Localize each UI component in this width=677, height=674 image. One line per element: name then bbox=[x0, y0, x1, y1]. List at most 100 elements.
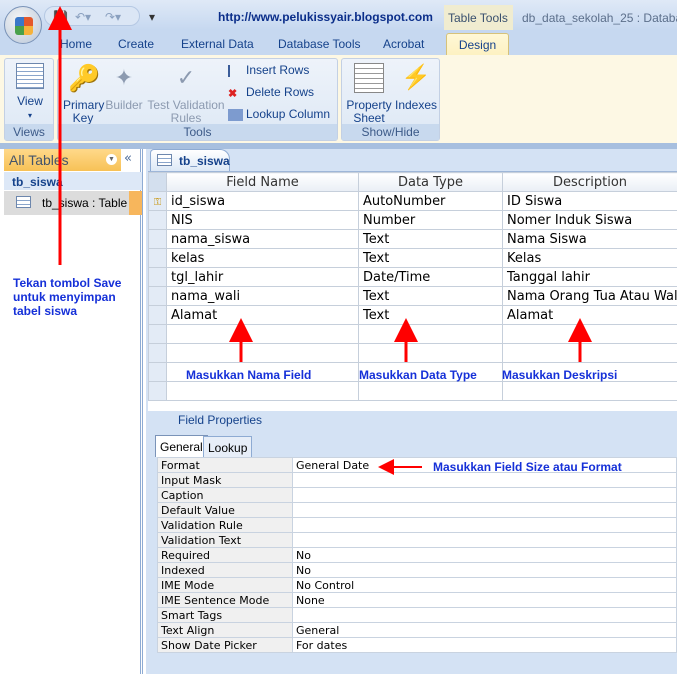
tab-design[interactable]: Design bbox=[446, 33, 509, 56]
customize-qat-icon[interactable]: ▾ bbox=[149, 10, 155, 24]
test-validation-rules-button[interactable]: ✓ Test Validation Rules bbox=[146, 63, 226, 125]
nav-group-tb-siswa[interactable]: tb_siswa bbox=[4, 172, 142, 190]
document-tab-tb-siswa[interactable]: tb_siswa bbox=[150, 149, 230, 171]
data-type-cell[interactable] bbox=[358, 381, 503, 401]
redo-icon[interactable]: ↷▾ bbox=[105, 10, 121, 24]
field-name-cell[interactable] bbox=[166, 324, 359, 344]
row-selector[interactable] bbox=[148, 343, 167, 363]
description-cell[interactable]: Nama Siswa bbox=[502, 229, 677, 249]
table-row: ⚿ id_siswa AutoNumber ID Siswa bbox=[148, 191, 677, 211]
property-value[interactable] bbox=[292, 532, 677, 548]
row-selector[interactable] bbox=[148, 248, 167, 268]
row-selector[interactable] bbox=[148, 381, 167, 401]
office-button[interactable] bbox=[4, 6, 42, 44]
office-logo-icon bbox=[15, 17, 33, 35]
property-value[interactable]: General bbox=[292, 622, 677, 638]
field-name-cell[interactable]: tgl_lahir bbox=[166, 267, 359, 287]
field-name-cell[interactable]: id_siswa bbox=[166, 191, 359, 211]
property-value[interactable]: No bbox=[292, 562, 677, 578]
description-cell[interactable] bbox=[502, 381, 677, 401]
property-value[interactable]: For dates bbox=[292, 637, 677, 653]
primary-key-button[interactable]: 🔑 Primary Key bbox=[63, 63, 104, 125]
property-value[interactable] bbox=[292, 607, 677, 623]
field-name-cell[interactable]: nama_wali bbox=[166, 286, 359, 306]
property-row: Indexed No bbox=[157, 562, 677, 578]
property-row: Show Date Picker For dates bbox=[157, 637, 677, 653]
property-label: IME Mode bbox=[157, 577, 293, 593]
property-sheet-icon bbox=[354, 63, 384, 93]
row-selector[interactable]: ⚿ bbox=[148, 191, 167, 211]
insert-rows-button[interactable]: Insert Rows bbox=[228, 63, 309, 77]
select-all-corner[interactable] bbox=[148, 172, 167, 192]
indexes-lightning-icon: ⚡ bbox=[401, 64, 431, 91]
description-cell[interactable]: Kelas bbox=[502, 248, 677, 268]
tab-database-tools[interactable]: Database Tools bbox=[278, 37, 361, 51]
data-type-cell[interactable]: Number bbox=[358, 210, 503, 230]
description-cell[interactable]: ID Siswa bbox=[502, 191, 677, 211]
data-type-cell[interactable]: Date/Time bbox=[358, 267, 503, 287]
lookup-column-button[interactable]: Lookup Column bbox=[228, 107, 330, 121]
row-selector[interactable] bbox=[148, 229, 167, 249]
collapse-nav-icon[interactable]: « bbox=[124, 151, 132, 166]
field-name-cell[interactable]: nama_siswa bbox=[166, 229, 359, 249]
property-value[interactable]: None bbox=[292, 592, 677, 608]
property-value[interactable] bbox=[292, 487, 677, 503]
property-value[interactable] bbox=[292, 502, 677, 518]
tab-home[interactable]: Home bbox=[60, 37, 92, 51]
description-cell[interactable]: Alamat bbox=[502, 305, 677, 325]
save-annotation: Tekan tombol Save untuk menyimpan tabel … bbox=[13, 276, 122, 318]
field-name-cell[interactable]: kelas bbox=[166, 248, 359, 268]
tab-external-data[interactable]: External Data bbox=[181, 37, 254, 51]
data-type-cell[interactable]: Text bbox=[358, 286, 503, 306]
save-icon[interactable]: 💾 bbox=[53, 10, 68, 24]
table-row: tgl_lahir Date/Time Tanggal lahir bbox=[148, 267, 677, 287]
tab-acrobat[interactable]: Acrobat bbox=[383, 37, 424, 51]
data-type-cell[interactable]: Text bbox=[358, 248, 503, 268]
field-name-cell[interactable]: NIS bbox=[166, 210, 359, 230]
view-button[interactable]: View ▾ bbox=[11, 63, 49, 122]
property-sheet-button[interactable]: Property Sheet bbox=[346, 63, 392, 125]
data-type-cell[interactable] bbox=[358, 324, 503, 344]
chevron-down-icon[interactable]: ▼ bbox=[106, 154, 117, 165]
tools-group-label: Tools bbox=[58, 124, 337, 140]
data-type-cell[interactable]: Text bbox=[358, 305, 503, 325]
nav-item-tb-siswa[interactable]: tb_siswa : Table bbox=[4, 191, 142, 215]
data-type-cell[interactable]: AutoNumber bbox=[358, 191, 503, 211]
undo-icon[interactable]: ↶▾ bbox=[75, 10, 91, 24]
property-value[interactable] bbox=[292, 472, 677, 488]
datasheet-icon bbox=[16, 63, 44, 89]
description-annotation: Masukkan Deskripsi bbox=[502, 368, 618, 382]
row-selector[interactable] bbox=[148, 286, 167, 306]
description-cell[interactable]: Nomer Induk Siswa bbox=[502, 210, 677, 230]
field-name-cell[interactable] bbox=[166, 381, 359, 401]
property-value[interactable] bbox=[292, 517, 677, 533]
description-cell[interactable] bbox=[502, 324, 677, 344]
row-selector[interactable] bbox=[148, 210, 167, 230]
data-type-cell[interactable] bbox=[358, 343, 503, 363]
property-label: Validation Text bbox=[157, 532, 293, 548]
delete-rows-button[interactable]: ✖ Delete Rows bbox=[228, 85, 314, 100]
description-cell[interactable]: Nama Orang Tua Atau Wali bbox=[502, 286, 677, 306]
description-cell[interactable] bbox=[502, 343, 677, 363]
property-value[interactable]: No Control bbox=[292, 577, 677, 593]
field-name-cell[interactable]: Alamat bbox=[166, 305, 359, 325]
quick-access-toolbar: 💾 ↶▾ ↷▾ ▾ bbox=[44, 6, 155, 26]
show-hide-group-label: Show/Hide bbox=[342, 124, 439, 140]
tab-general[interactable]: General bbox=[155, 435, 208, 457]
navigation-pane bbox=[0, 149, 143, 674]
property-label: Text Align bbox=[157, 622, 293, 638]
nav-pane-header[interactable]: All Tables ▼ bbox=[4, 149, 121, 171]
description-cell[interactable]: Tanggal lahir bbox=[502, 267, 677, 287]
row-selector[interactable] bbox=[148, 362, 167, 382]
row-selector[interactable] bbox=[148, 267, 167, 287]
indexes-button[interactable]: ⚡ Indexes bbox=[394, 63, 438, 112]
tab-create[interactable]: Create bbox=[118, 37, 154, 51]
insert-rows-label: Insert Rows bbox=[246, 63, 310, 77]
data-type-cell[interactable]: Text bbox=[358, 229, 503, 249]
property-value[interactable]: No bbox=[292, 547, 677, 563]
field-name-cell[interactable] bbox=[166, 343, 359, 363]
builder-button[interactable]: ✦ Builder bbox=[104, 63, 144, 112]
row-selector[interactable] bbox=[148, 324, 167, 344]
tab-lookup[interactable]: Lookup bbox=[203, 436, 253, 457]
row-selector[interactable] bbox=[148, 305, 167, 325]
